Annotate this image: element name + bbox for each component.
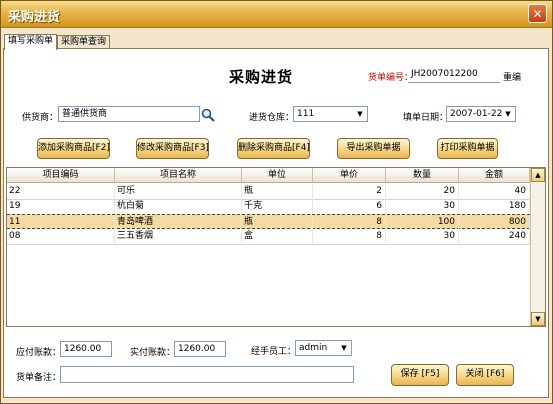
close-button[interactable]: 关闭 [F6] (456, 364, 514, 386)
cell-code: 22 (7, 184, 115, 199)
regenerate-link[interactable]: 重编 (503, 70, 521, 83)
cell-amount: 800 (459, 215, 530, 230)
tab-order-query[interactable]: 采购单查询 (57, 35, 111, 49)
cell-qty: 30 (386, 229, 459, 244)
column-header-amount[interactable]: 金额 (459, 168, 530, 182)
cell-code: 08 (7, 229, 115, 244)
scroll-up-button[interactable]: ▲ (531, 168, 545, 182)
chevron-down-icon: ▼ (341, 344, 347, 352)
print-order-button[interactable]: 打印采购单据 (437, 138, 498, 159)
payable-label: 应付账款： (16, 348, 62, 358)
cell-unit: 盒 (242, 229, 313, 244)
warehouse-value: 111 (297, 109, 315, 119)
cell-amount: 240 (459, 229, 530, 244)
cell-price: 8 (313, 215, 386, 230)
window-title: 采购进货 (8, 10, 61, 25)
cell-amount: 180 (459, 199, 530, 214)
cell-name: 杭白菊 (115, 199, 242, 214)
title-bar: 采购进货 ✕ (1, 1, 552, 28)
cell-price: 6 (313, 199, 386, 214)
order-no-label: 货单编号： (368, 73, 414, 83)
cell-price: 8 (313, 229, 386, 244)
paid-field[interactable]: 1260.00 (174, 341, 226, 357)
cell-name: 青岛啤酒 (115, 215, 242, 230)
cell-unit: 瓶 (242, 215, 313, 230)
cell-name: 可乐 (115, 184, 242, 199)
table-scrollbar[interactable]: ▲ ▼ (530, 168, 545, 326)
close-icon: ✕ (532, 7, 543, 21)
scroll-down-button[interactable]: ▼ (531, 312, 545, 326)
paid-label: 实付账款： (130, 348, 176, 358)
column-header-code[interactable]: 项目编码 (7, 168, 115, 182)
cell-qty: 100 (386, 215, 459, 230)
chevron-down-icon: ▼ (505, 110, 511, 118)
column-header-name[interactable]: 项目名称 (115, 168, 242, 182)
supplier-label: 供货商： (22, 113, 59, 123)
purchase-items-table: 项目编码 项目名称 单位 单价 数量 金额 22 可乐 瓶 2 20 40 19… (6, 167, 546, 327)
tab-fill-order[interactable]: 填写采购单 (4, 34, 58, 50)
chevron-down-icon: ▼ (535, 315, 541, 323)
column-header-qty[interactable]: 数量 (386, 168, 459, 182)
save-button[interactable]: 保存 [F5] (391, 364, 449, 386)
remark-field[interactable] (60, 366, 354, 383)
page-title: 采购进货 (229, 68, 294, 86)
table-row[interactable]: 22 可乐 瓶 2 20 40 (7, 184, 530, 200)
table-row[interactable]: 08 三五香烟 盒 8 30 240 (7, 229, 530, 245)
add-item-button[interactable]: 添加采购商品[F2] (37, 138, 110, 159)
cell-unit: 千克 (242, 199, 313, 214)
warehouse-select[interactable]: 111 ▼ (293, 106, 368, 122)
cell-code: 11 (7, 215, 115, 230)
table-row-selected[interactable]: 11 青岛啤酒 瓶 8 100 800 (7, 214, 530, 230)
date-picker[interactable]: 2007-01-22 ▼ (446, 106, 516, 122)
cell-code: 19 (7, 199, 115, 214)
cell-price: 2 (313, 184, 386, 199)
delete-item-button[interactable]: 删除采购商品[F4] (237, 138, 310, 159)
cell-qty: 30 (386, 199, 459, 214)
cell-amount: 40 (459, 184, 530, 199)
date-value: 2007-01-22 (450, 109, 503, 119)
handler-value: admin (299, 343, 328, 353)
order-no-field[interactable]: JH2007012200 (408, 67, 500, 83)
chevron-down-icon: ▼ (357, 110, 363, 118)
chevron-up-icon: ▲ (535, 171, 541, 179)
supplier-field[interactable]: 普通供货商 (58, 106, 200, 122)
handler-select[interactable]: admin ▼ (295, 340, 352, 356)
search-icon[interactable] (201, 108, 215, 122)
handler-label: 经手员工： (251, 347, 297, 357)
close-window-button[interactable]: ✕ (528, 4, 547, 23)
cell-unit: 瓶 (242, 184, 313, 199)
table-row[interactable]: 19 杭白菊 千克 6 30 180 (7, 199, 530, 215)
warehouse-label: 进货仓库： (249, 113, 295, 123)
cell-name: 三五香烟 (115, 229, 242, 244)
table-header: 项目编码 项目名称 单位 单价 数量 金额 (7, 168, 530, 183)
edit-item-button[interactable]: 修改采购商品[F3] (136, 138, 209, 159)
payable-field[interactable]: 1260.00 (60, 341, 112, 357)
remark-label: 货单备注： (16, 373, 62, 383)
date-label: 填单日期： (403, 113, 449, 123)
export-order-button[interactable]: 导出采购单据 (337, 138, 410, 159)
cell-qty: 20 (386, 184, 459, 199)
column-header-unit[interactable]: 单位 (242, 168, 313, 182)
column-header-price[interactable]: 单价 (313, 168, 386, 182)
